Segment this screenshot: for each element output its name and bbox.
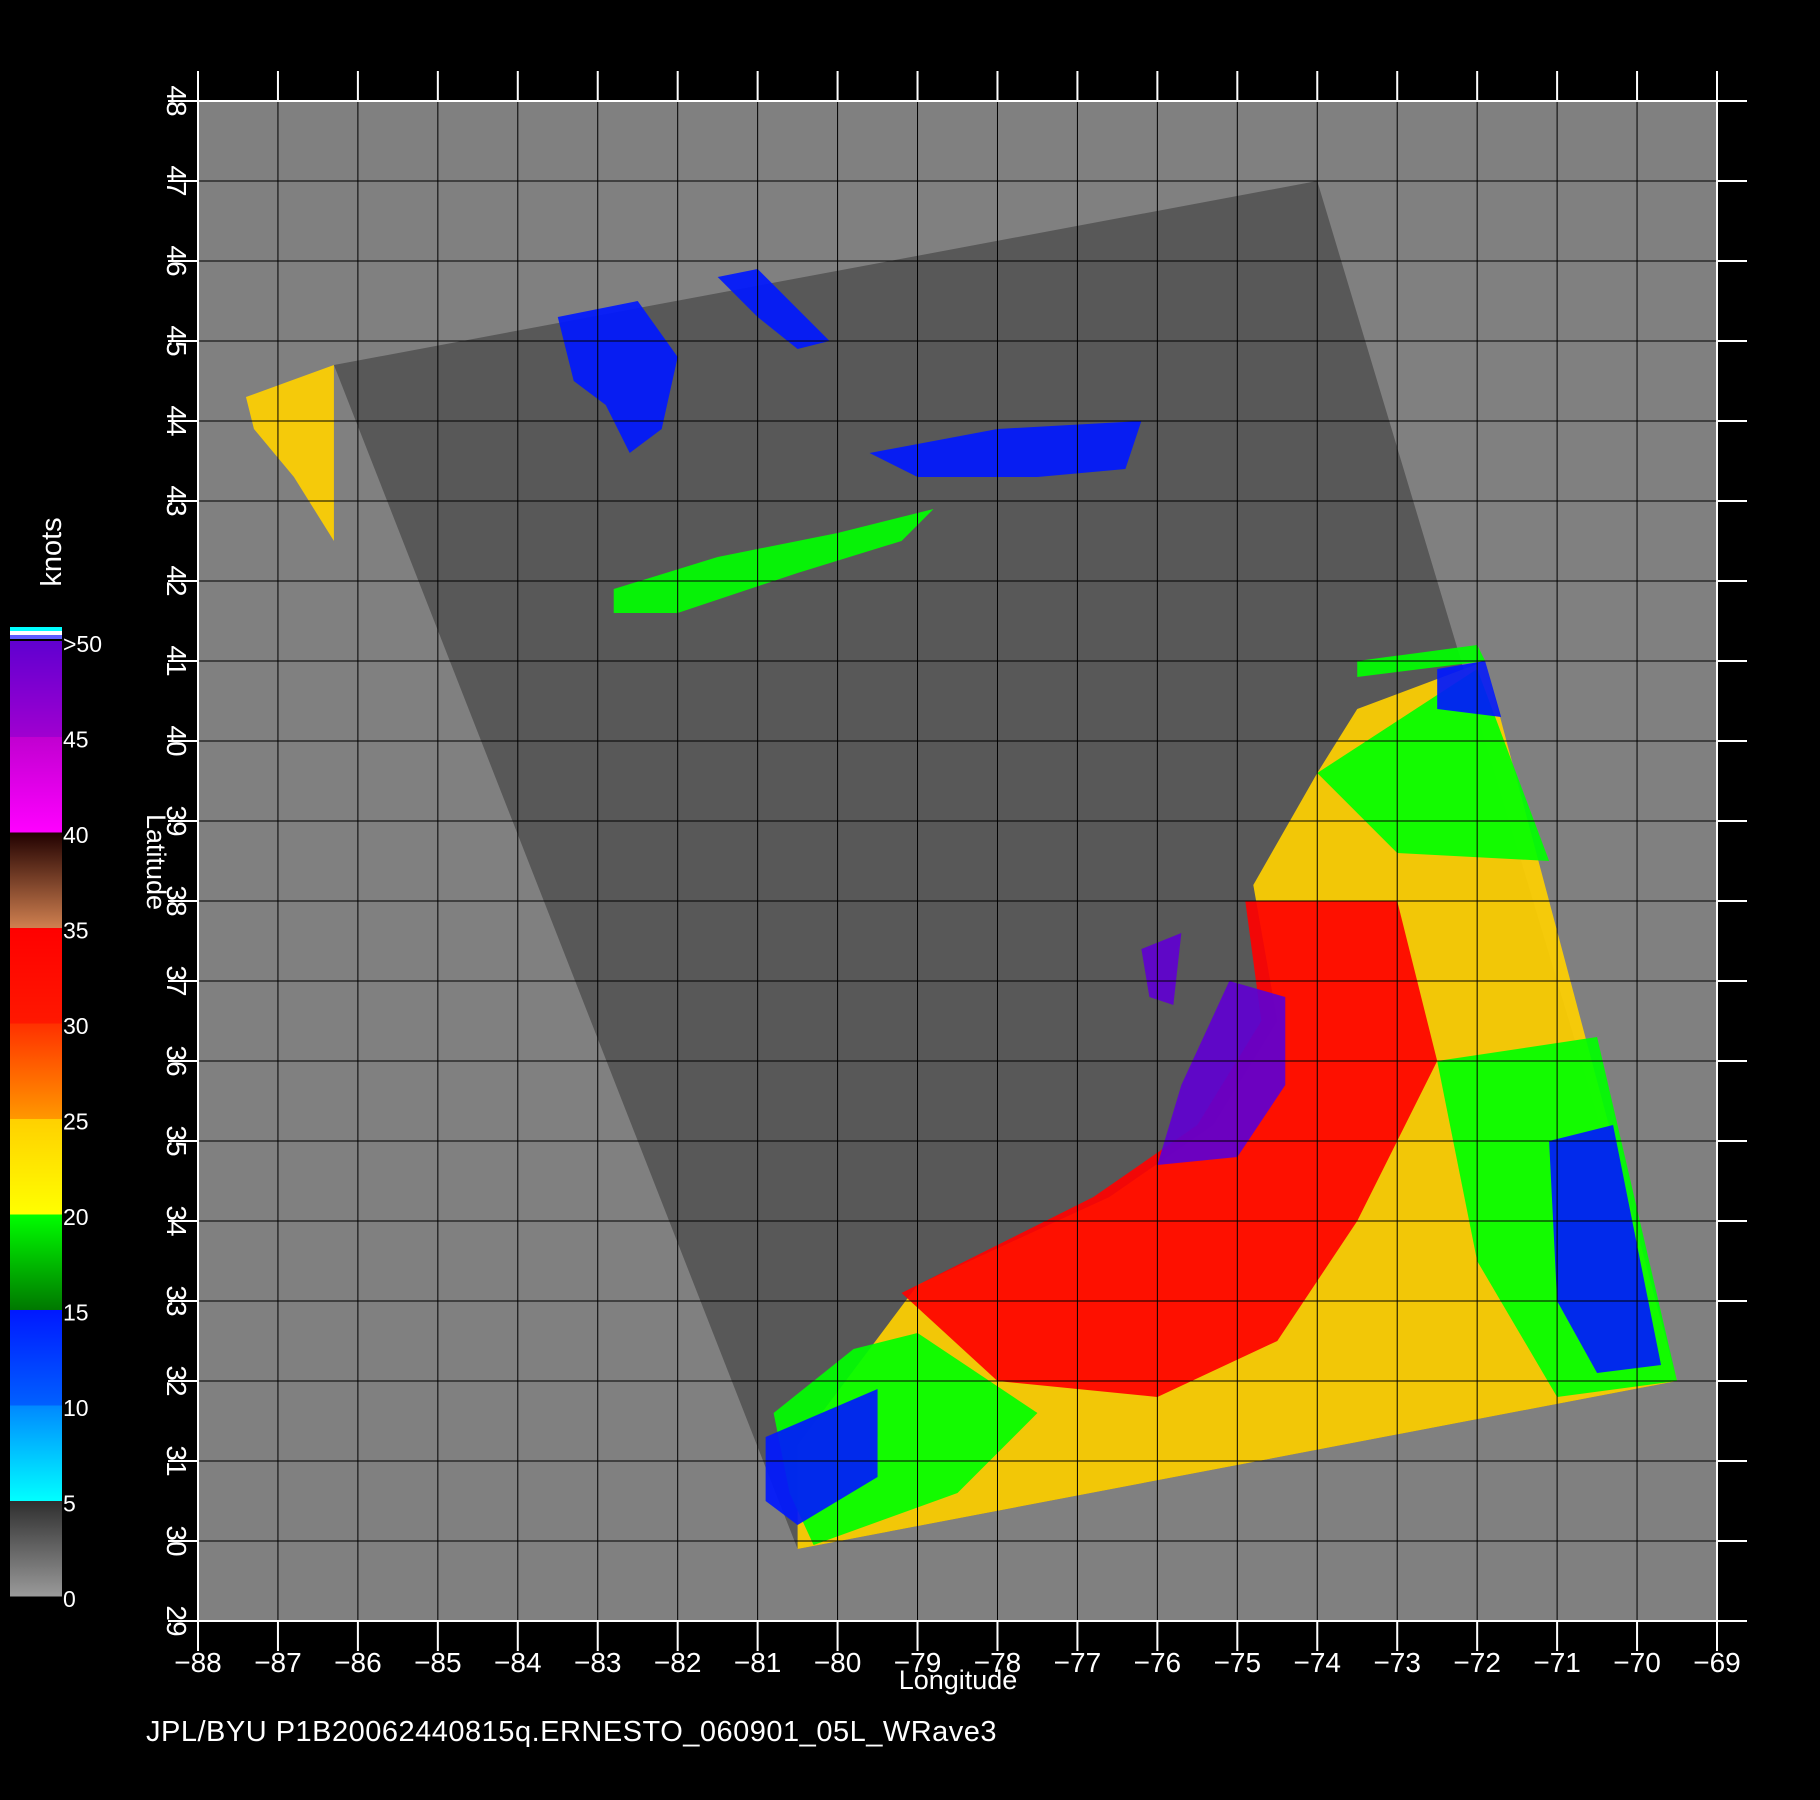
colorbar-label: 40 [63, 822, 89, 848]
x-tick-label: −75 [1214, 1647, 1262, 1678]
x-tick-label: −83 [574, 1647, 622, 1678]
y-tick-label: 47 [161, 165, 192, 196]
y-tick-label: 36 [161, 1045, 192, 1076]
colorbar-label: 15 [63, 1300, 89, 1326]
x-tick-label: −70 [1613, 1647, 1661, 1678]
wind-speed-map: −88 −87 −86 −85 −84 −83 −82 −81 −80 −79 −78 −77 −76−… [10, 71, 1747, 1695]
x-tick-label: −86 [334, 1647, 382, 1678]
y-tick-label: 32 [161, 1365, 192, 1396]
y-tick-label: 35 [161, 1125, 192, 1156]
x-tick-label: −72 [1453, 1647, 1501, 1678]
colorbar-label: 30 [63, 1013, 89, 1039]
y-axis-label: Latitude [141, 814, 171, 910]
y-tick-label: 34 [161, 1205, 192, 1236]
y-tick-label: 44 [161, 405, 192, 436]
colorbar-band [10, 1118, 62, 1215]
colorbar-title: knots [36, 517, 68, 586]
colorbar-band [10, 736, 62, 833]
x-tick-label: −77 [1054, 1647, 1102, 1678]
colorbar-cap [10, 627, 62, 631]
colorbar-cap [10, 631, 62, 635]
x-axis-label: Longitude [899, 1665, 1018, 1695]
x-tick-label: −69 [1693, 1647, 1741, 1678]
colorbar-label: 20 [63, 1204, 89, 1230]
colorbar-band [10, 927, 62, 1024]
y-tick-label: 37 [161, 965, 192, 996]
x-tick-label: −76 [1134, 1647, 1182, 1678]
y-tick-label: 30 [161, 1525, 192, 1556]
y-tick-label: 46 [161, 245, 192, 276]
x-tick-label: −81 [734, 1647, 782, 1678]
colorbar-band [10, 1309, 62, 1406]
colorbar-band [10, 1500, 62, 1597]
x-tick-label: −88 [174, 1647, 222, 1678]
colorbar-label: 10 [63, 1395, 89, 1421]
y-tick-label: 29 [161, 1605, 192, 1636]
colorbar-label: 5 [63, 1491, 76, 1517]
colorbar-label: 25 [63, 1109, 89, 1135]
footer-caption: JPL/BYU P1B20062440815q.ERNESTO_060901_0… [146, 1716, 998, 1748]
colorbar-cap [10, 635, 62, 639]
colorbar-label: 35 [63, 918, 89, 944]
x-tick-label: −85 [414, 1647, 462, 1678]
colorbar-label: 45 [63, 727, 89, 753]
x-tick-label: −71 [1533, 1647, 1581, 1678]
x-tick-label: −87 [254, 1647, 302, 1678]
colorbar-band [10, 832, 62, 928]
x-tick-label: −82 [654, 1647, 702, 1678]
y-tick-label: 40 [161, 725, 192, 756]
x-tick-label: −80 [814, 1647, 862, 1678]
colorbar-band [10, 1405, 62, 1501]
y-tick-label: 31 [161, 1445, 192, 1476]
y-tick-label: 43 [161, 485, 192, 516]
x-tick-label: −84 [494, 1647, 542, 1678]
colorbar-label: >50 [63, 631, 102, 657]
x-tick-label: −74 [1294, 1647, 1342, 1678]
y-tick-label: 41 [161, 645, 192, 676]
y-tick-label: 42 [161, 565, 192, 596]
colorbar-label: 0 [63, 1586, 76, 1612]
colorbar-band [10, 1023, 62, 1119]
x-tick-label: −73 [1373, 1647, 1421, 1678]
y-tick-label: 45 [161, 325, 192, 356]
colorbar-band [10, 1214, 62, 1310]
colorbar-band [10, 641, 62, 737]
colorbar: 0 5 10 15 20 25 30 35 40 45 >50 [10, 627, 102, 1612]
y-tick-label: 33 [161, 1285, 192, 1316]
y-tick-label: 48 [161, 85, 192, 116]
